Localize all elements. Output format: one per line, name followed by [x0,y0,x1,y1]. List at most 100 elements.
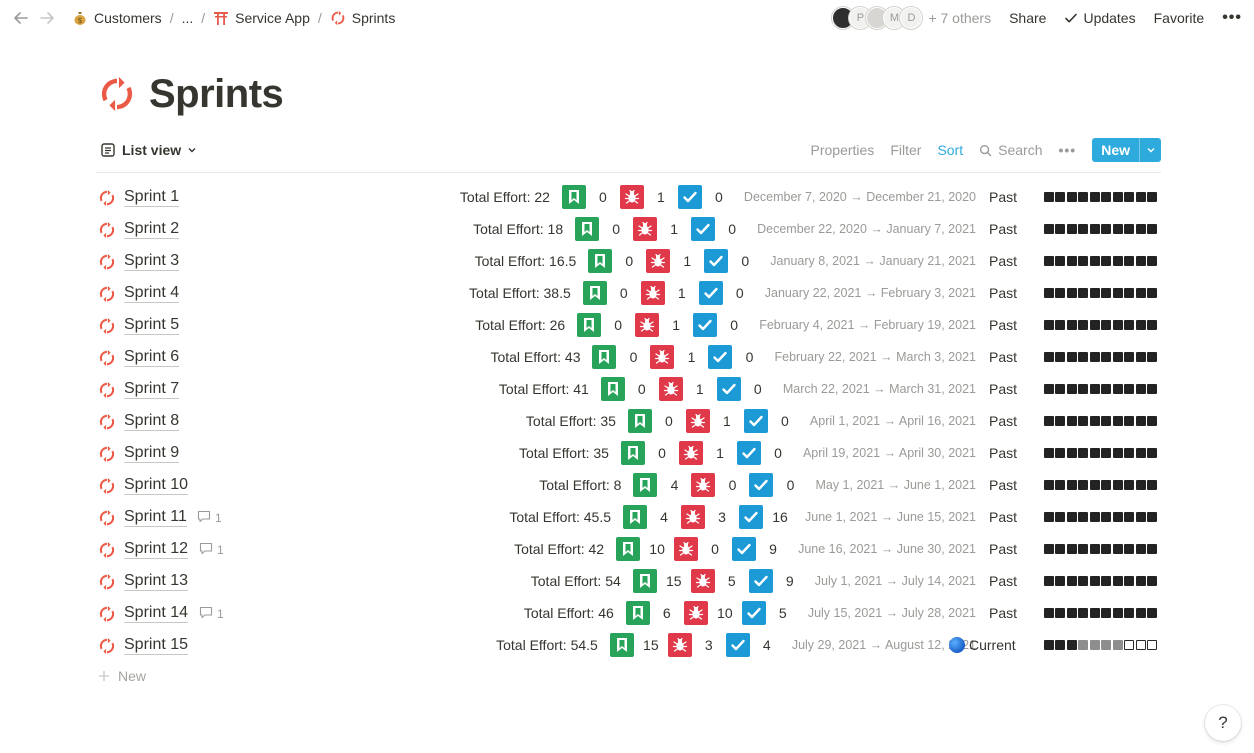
sort-button[interactable]: Sort [937,142,963,158]
progress-square [1066,448,1077,458]
list-item[interactable]: Sprint 11 1 Total Effort: 45.5 4 3 16 June 1, … [96,501,1161,533]
collaborators[interactable]: P M D + 7 others [832,7,991,29]
updates-button[interactable]: Updates [1064,10,1136,26]
add-new-row-button[interactable]: New [98,668,146,684]
list-item[interactable]: Sprint 10 Total Effort: 8 4 0 0 May 1, 2021 →… [96,469,1161,501]
list-item[interactable]: Sprint 1 Total Effort: 22 0 1 0 December 7, 2… [96,181,1161,213]
breadcrumb-ellipsis[interactable]: ... [178,8,198,28]
breadcrumb-label: Customers [94,10,162,26]
new-dropdown-button[interactable] [1139,138,1161,162]
sprint-title[interactable]: Sprint 2 [124,219,180,239]
total-effort: Total Effort: 35 [518,445,609,461]
story-count: 0 [637,381,646,397]
progress-square [1112,224,1123,234]
bug-icon [674,537,699,561]
list-item[interactable]: Sprint 14 1 Total Effort: 46 6 10 5 July 15, 2… [96,597,1161,629]
breadcrumb-service-app[interactable]: Service App [209,8,314,28]
help-button[interactable]: ? [1205,705,1241,741]
progress-square [1043,480,1054,490]
progress-square [1055,640,1065,650]
task-count: 0 [774,445,782,461]
list-item[interactable]: Sprint 5 Total Effort: 26 0 1 0 February 4, 2… [96,309,1161,341]
progress-square [1135,288,1146,298]
sprint-dates: January 22, 2021 → February 3, 2021 [764,286,976,300]
sprint-title[interactable]: Sprint 14 [124,603,189,623]
progress-square [1089,416,1100,426]
progress-square [1043,448,1054,458]
sprint-title[interactable]: Sprint 13 [124,571,189,591]
sprint-title[interactable]: Sprint 7 [124,379,180,399]
progress-square [1089,384,1100,394]
progress-square [1043,512,1054,522]
share-button[interactable]: Share [1009,10,1046,26]
sprint-title[interactable]: Sprint 3 [124,251,180,271]
list-item[interactable]: Sprint 4 Total Effort: 38.5 0 1 0 January 22,… [96,277,1161,309]
chevron-down-icon [1147,148,1154,153]
comment-count[interactable]: 1 [197,510,222,526]
comment-count[interactable]: 1 [199,542,224,558]
filter-button[interactable]: Filter [890,142,921,158]
sprint-list: Sprint 1 Total Effort: 22 0 1 0 December 7, 2… [96,181,1161,661]
story-count: 10 [649,541,665,557]
sprint-title[interactable]: Sprint 11 [124,507,187,527]
view-more-button[interactable]: ••• [1058,142,1076,158]
list-item[interactable]: Sprint 3 Total Effort: 16.5 0 1 0 January 8, … [96,245,1161,277]
status-label: Past [989,285,1018,301]
bookmark-icon [577,313,602,337]
view-selector[interactable]: List view [100,142,197,158]
task-count: 16 [772,509,788,525]
status-badge: Past [989,501,1017,533]
page-title[interactable]: Sprints [149,72,284,117]
sprint-title[interactable]: Sprint 1 [124,187,180,207]
sprint-dates: February 4, 2021 → February 19, 2021 [759,318,976,332]
properties-button[interactable]: Properties [811,142,875,158]
list-item[interactable]: Sprint 12 1 Total Effort: 42 10 0 9 June 16, 2… [96,533,1161,565]
progress-square [1066,416,1077,426]
progress-square [1066,608,1077,618]
sprint-title[interactable]: Sprint 9 [124,443,180,463]
list-item[interactable]: Sprint 8 Total Effort: 35 0 1 0 April 1, 2021… [96,405,1161,437]
page-icon[interactable] [98,74,136,114]
progress-square [1147,288,1157,298]
status-label: Past [989,317,1018,333]
sprint-title[interactable]: Sprint 15 [124,635,189,655]
status-badge: Past [989,245,1017,277]
breadcrumb-label: Service App [235,10,310,26]
comment-count[interactable]: 1 [199,606,224,622]
favorite-button[interactable]: Favorite [1154,10,1205,26]
sprint-title[interactable]: Sprint 8 [124,411,180,431]
bookmark-icon [625,601,650,625]
status-badge: Past [989,277,1017,309]
row-properties: Total Effort: 22 0 1 0 December 7, 2020 → De… [460,181,976,213]
progress-square [1135,352,1146,362]
progress-square [1112,416,1123,426]
new-button[interactable]: New [1092,138,1161,162]
list-item[interactable]: Sprint 2 Total Effort: 18 0 1 0 December 22, … [96,213,1161,245]
sprint-title[interactable]: Sprint 5 [124,315,180,335]
sprint-title[interactable]: Sprint 10 [124,475,189,495]
row-properties: Total Effort: 35 0 1 0 April 1, 2021 → April… [526,405,976,437]
list-item[interactable]: Sprint 13 Total Effort: 54 15 5 9 July 1, 202… [96,565,1161,597]
sprint-title[interactable]: Sprint 12 [124,539,189,559]
sprint-title[interactable]: Sprint 4 [124,283,180,303]
search-button[interactable]: Search [979,142,1042,158]
progress-square [1101,640,1111,650]
bookmark-icon [623,505,648,529]
breadcrumb-sprints[interactable]: Sprints [326,8,400,28]
breadcrumb-customers[interactable]: $ Customers [68,8,166,28]
sprint-title[interactable]: Sprint 6 [124,347,180,367]
progress-square [1078,288,1088,298]
list-item[interactable]: Sprint 15 Total Effort: 54.5 15 3 4 July 29, … [96,629,1161,661]
back-arrow-icon[interactable] [12,9,30,27]
sprint-arrows-icon [98,477,116,495]
progress-square [1101,256,1111,266]
list-item[interactable]: Sprint 6 Total Effort: 43 0 1 0 February 22, … [96,341,1161,373]
forward-arrow-icon[interactable] [38,9,56,27]
list-item[interactable]: Sprint 9 Total Effort: 35 0 1 0 April 19, 202… [96,437,1161,469]
more-options-button[interactable]: ••• [1222,9,1242,27]
task-count: 0 [781,413,789,429]
comment-icon [197,510,211,526]
list-item[interactable]: Sprint 7 Total Effort: 41 0 1 0 March 22, 202… [96,373,1161,405]
progress-square [1147,352,1157,362]
progress-square [1089,576,1100,586]
